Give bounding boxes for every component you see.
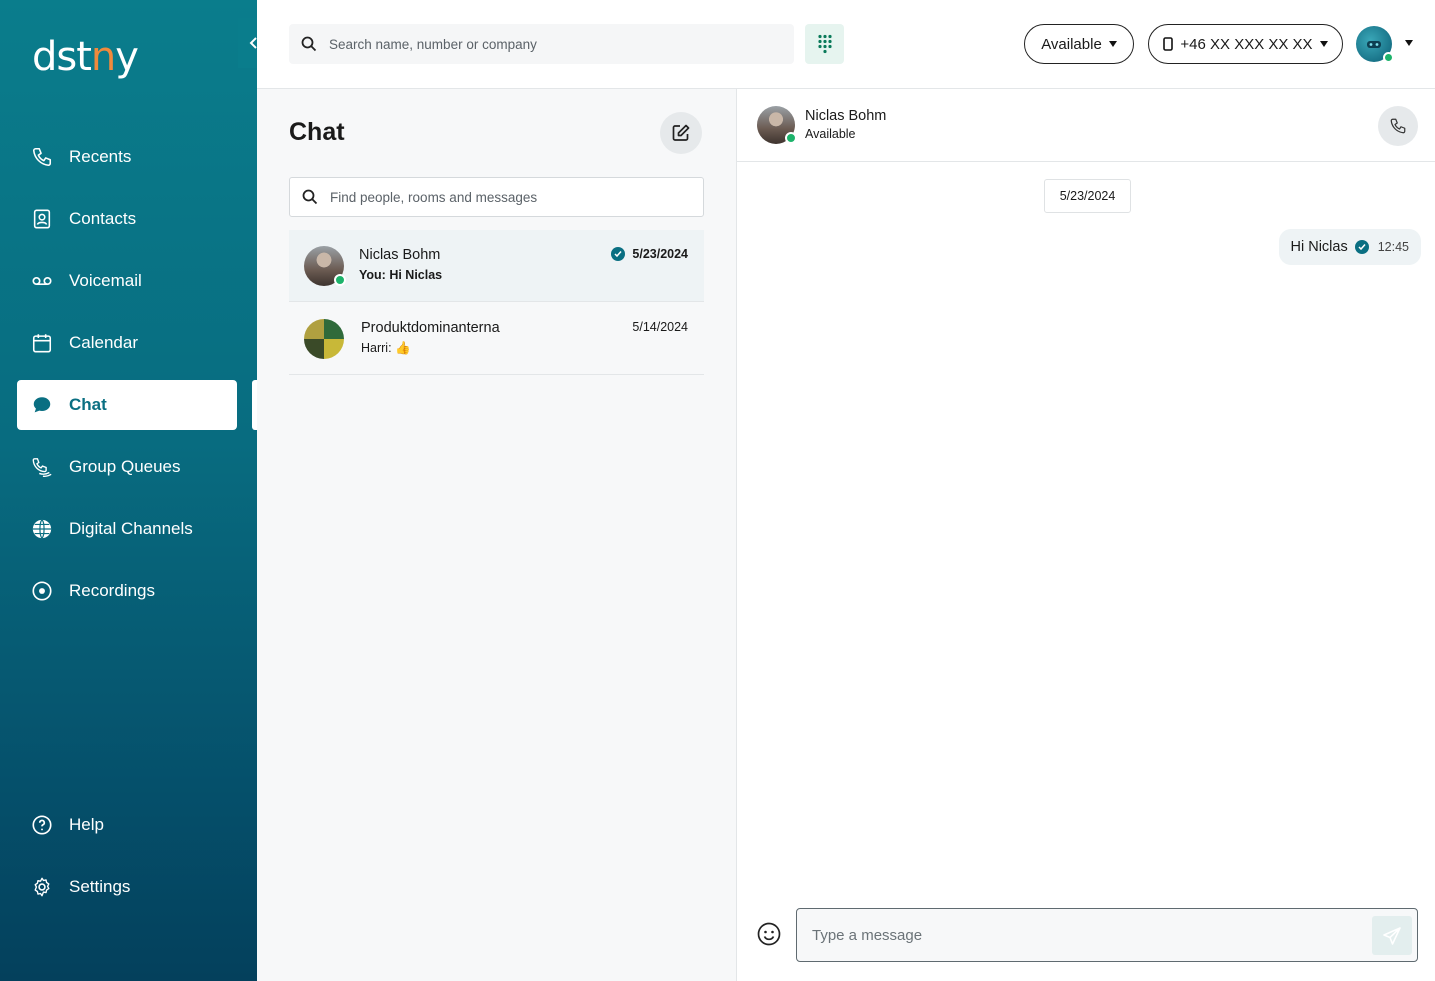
message-text: Hi Niclas: [1290, 239, 1348, 255]
new-chat-button[interactable]: [660, 112, 702, 154]
group-queue-icon: [31, 456, 53, 478]
message-bubble[interactable]: Hi Niclas 12:45: [1278, 229, 1421, 265]
sidebar-item-label: Contacts: [69, 209, 137, 228]
global-search-input[interactable]: [329, 36, 769, 52]
sidebar-item-label: Recordings: [69, 581, 155, 600]
contact-card-icon: [31, 208, 53, 230]
smiley-icon: [757, 922, 781, 946]
globe-icon: [31, 518, 53, 540]
phone-icon: [1390, 118, 1406, 134]
caret-down-icon: [1319, 41, 1328, 47]
conversation-date: 5/14/2024: [632, 320, 688, 334]
top-bar: Available +46 XX XXX XX XX: [257, 0, 1435, 89]
message-time: 12:45: [1377, 240, 1409, 254]
presence-status-dropdown[interactable]: Available: [1024, 24, 1134, 64]
dialpad-button[interactable]: [805, 24, 844, 64]
online-indicator: [334, 274, 346, 286]
global-search[interactable]: [289, 24, 794, 64]
sidebar-item-label: Group Queues: [69, 457, 181, 476]
compose-icon: [672, 124, 690, 141]
sidebar-item-calendar[interactable]: Calendar: [17, 318, 237, 368]
send-icon: [1383, 926, 1401, 945]
phone-number-label: +46 XX XXX XX XX: [1180, 35, 1313, 53]
contact-avatar[interactable]: [757, 106, 797, 144]
sidebar-item-label: Help: [69, 815, 104, 834]
avatar: [304, 246, 346, 286]
sidebar-item-label: Settings: [69, 877, 131, 896]
conversation-date-wrap: 5/23/2024: [611, 247, 688, 261]
conversation-panel: Niclas Bohm Available 5/23/2024 Hi Nicla…: [737, 89, 1435, 981]
date-separator: 5/23/2024: [1044, 179, 1131, 213]
sidebar-item-settings[interactable]: Settings: [17, 862, 237, 912]
sidebar-item-contacts[interactable]: Contacts: [17, 194, 237, 244]
conversation-preview: Harri: 👍: [361, 341, 411, 355]
emoji-button[interactable]: [757, 922, 781, 946]
user-menu-caret-icon[interactable]: [1405, 40, 1413, 46]
presence-status-label: Available: [1041, 35, 1102, 53]
phone-icon: [31, 146, 53, 168]
conversation-header: Niclas Bohm Available: [737, 89, 1435, 162]
sidebar-item-recordings[interactable]: Recordings: [17, 566, 237, 616]
page-title: Chat: [289, 118, 345, 146]
user-avatar[interactable]: [1356, 26, 1394, 63]
phone-device-dropdown[interactable]: +46 XX XXX XX XX: [1148, 24, 1343, 64]
dialpad-icon: [817, 34, 832, 54]
list-item[interactable]: Produktdominanterna Harri: 👍 5/14/2024: [289, 303, 704, 375]
search-icon: [301, 36, 317, 52]
chat-bubble-icon: [31, 394, 53, 416]
gear-icon: [31, 876, 53, 898]
search-icon: [302, 189, 318, 205]
sidebar-item-label: Digital Channels: [69, 519, 193, 538]
voicemail-icon: [31, 270, 53, 292]
read-check-icon: [611, 247, 626, 261]
help-icon: [31, 814, 53, 836]
dstny-logo[interactable]: dstny: [32, 34, 139, 80]
list-item[interactable]: Niclas Bohm You: Hi Niclas 5/23/2024: [289, 230, 704, 302]
sidebar-item-help[interactable]: Help: [17, 800, 237, 850]
chat-list-panel: Chat Niclas Bohm You: Hi Niclas 5/23/202…: [257, 89, 737, 981]
conversation-name: Produktdominanterna: [361, 320, 500, 336]
mobile-phone-icon: [1163, 37, 1174, 51]
sidebar-item-label: Recents: [69, 147, 132, 166]
sidebar-item-voicemail[interactable]: Voicemail: [17, 256, 237, 306]
read-check-icon: [1354, 240, 1369, 254]
conversation-preview: You: Hi Niclas: [359, 268, 443, 282]
sidebar-item-digital-channels[interactable]: Digital Channels: [17, 504, 237, 554]
sidebar-item-label: Chat: [69, 395, 107, 414]
message-input[interactable]: [812, 926, 1352, 944]
sidebar-item-label: Voicemail: [69, 271, 142, 290]
group-avatar: [304, 319, 344, 359]
caret-down-icon: [1108, 41, 1117, 47]
sidebar-item-group-queues[interactable]: Group Queues: [17, 442, 237, 492]
message-composer[interactable]: [796, 908, 1418, 962]
online-indicator: [785, 132, 797, 144]
conversation-name: Niclas Bohm: [359, 247, 441, 263]
sidebar-item-chat[interactable]: Chat: [17, 380, 258, 430]
sidebar-item-label: Calendar: [69, 333, 138, 352]
sidebar-item-recents[interactable]: Recents: [17, 132, 237, 182]
online-indicator: [1383, 52, 1394, 63]
conversation-date: 5/23/2024: [632, 247, 688, 261]
record-icon: [31, 580, 53, 602]
chat-search[interactable]: [289, 177, 704, 217]
sidebar: dstny Recents Contacts Voicemail Calenda…: [0, 0, 269, 981]
call-button[interactable]: [1378, 106, 1418, 146]
contact-name: Niclas Bohm: [805, 108, 887, 124]
contact-status: Available: [805, 127, 856, 141]
send-button[interactable]: [1372, 916, 1412, 955]
chat-search-input[interactable]: [330, 189, 700, 205]
calendar-icon: [31, 332, 53, 354]
